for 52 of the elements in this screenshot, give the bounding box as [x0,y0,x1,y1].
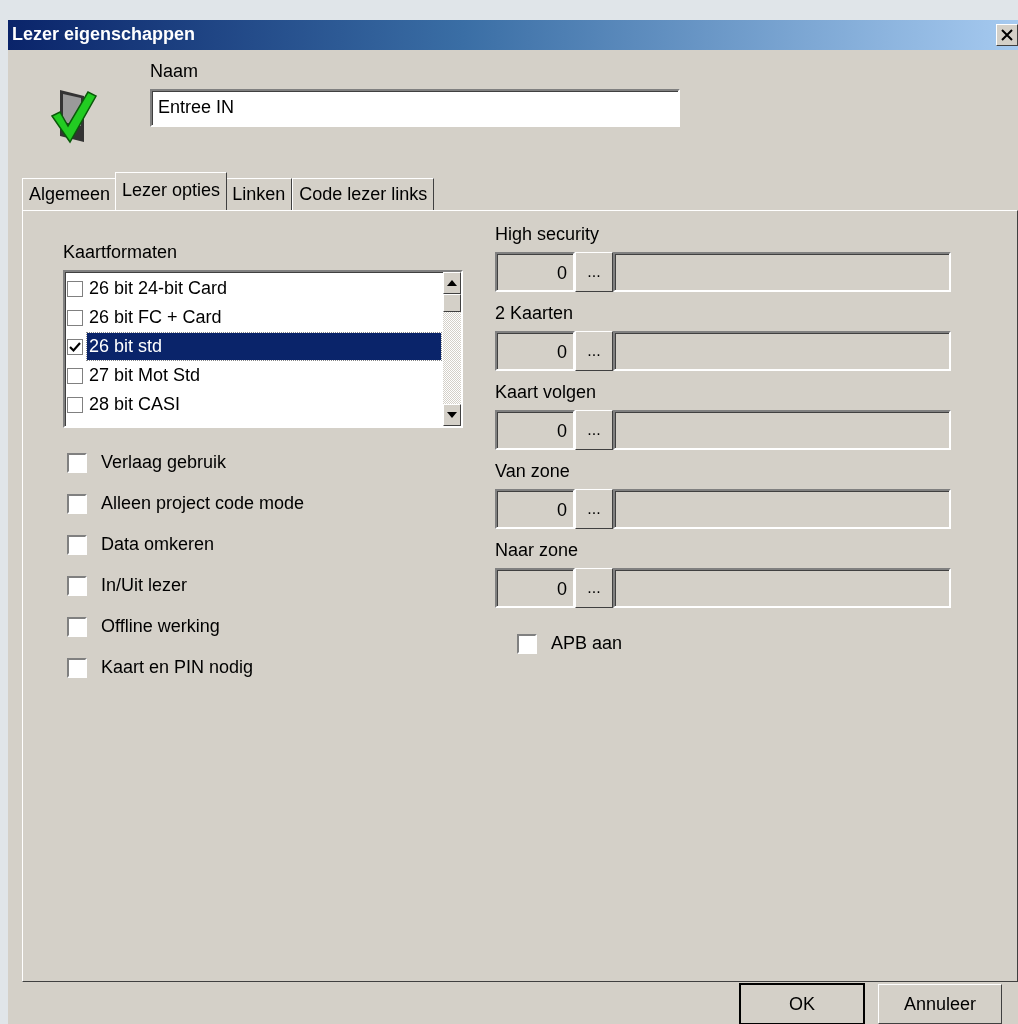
name-field[interactable]: Entree IN [150,88,680,127]
tab[interactable]: Code lezer links [292,178,435,210]
checkbox-label: Alleen project code mode [101,492,305,515]
checkbox[interactable] [67,309,83,326]
scroll-up-button[interactable] [443,272,461,294]
checkbox[interactable] [67,657,87,678]
down-arrow-icon [447,412,457,418]
scroll-down-button[interactable] [443,404,461,426]
checkbox[interactable] [67,338,83,355]
field-label: Van zone [495,460,571,483]
name-label: Naam [150,59,199,83]
list-item[interactable]: 28 bit CASI [87,391,441,418]
checkbox-label: Verlaag gebruik [101,451,227,474]
dialog-button[interactable]: Annuleer [878,984,1002,1024]
checkbox-label: Offline werking [101,615,220,638]
tab[interactable]: Lezer opties [115,172,228,210]
description-field[interactable] [613,489,951,529]
description-field[interactable] [613,252,951,292]
description-field[interactable] [613,331,951,371]
list-item[interactable]: 26 bit FC + Card [87,304,441,331]
tab[interactable]: Algemeen [22,178,118,210]
checkbox[interactable] [67,534,87,555]
checkbox[interactable] [67,493,87,514]
checkbox-label: In/Uit lezer [101,574,188,597]
close-icon [1001,28,1013,41]
checkbox[interactable] [67,396,83,413]
description-field[interactable] [613,568,951,608]
field-label: Naar zone [495,539,580,562]
up-arrow-icon [447,280,457,286]
checkbox-label: Kaart en PIN nodig [101,656,254,679]
field-label: 2 Kaarten [495,302,575,325]
list-label: Kaartformaten [63,242,178,262]
checkbox[interactable] [67,280,83,297]
scroll-thumb[interactable] [443,294,461,312]
window-title: Lezer eigenschappen [12,23,196,47]
checkbox-label: APB aan [551,632,623,655]
list-item[interactable]: 26 bit 24-bit Card [87,275,441,302]
dialog-button[interactable]: OK [740,984,864,1024]
close-button[interactable] [996,23,1018,46]
field-label: Kaart volgen [495,381,598,404]
field-label: High security [495,223,601,246]
checkbox[interactable] [67,452,87,473]
list-item[interactable]: 27 bit Mot Std [87,362,441,389]
checkbox[interactable] [67,616,87,637]
checkbox-label: Data omkeren [101,533,215,556]
checkbox[interactable] [67,367,83,384]
description-field[interactable] [613,410,951,450]
scrollbar[interactable] [443,272,461,426]
list-item[interactable]: 26 bit std [87,333,441,360]
checkbox[interactable] [67,575,87,596]
checkbox[interactable] [517,633,537,654]
tab[interactable]: Linken [225,178,293,210]
